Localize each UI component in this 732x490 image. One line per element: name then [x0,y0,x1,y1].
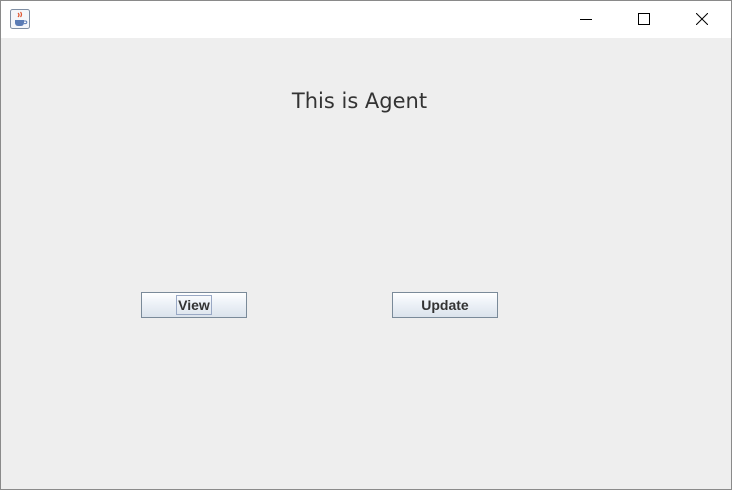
minimize-button[interactable] [557,1,615,38]
update-button-label: Update [421,297,469,313]
maximize-button[interactable] [615,1,673,38]
view-button[interactable]: View [141,292,247,318]
maximize-icon [638,10,650,29]
content-panel: This is Agent View Update [1,38,731,489]
view-button-label: View [176,295,212,315]
java-cup-icon[interactable] [10,9,30,29]
app-window: This is Agent View Update [0,0,732,490]
page-title: This is Agent [291,89,428,113]
minimize-icon [580,10,592,29]
title-bar[interactable] [1,1,731,38]
close-icon [695,10,709,29]
close-button[interactable] [673,1,731,38]
update-button[interactable]: Update [392,292,498,318]
